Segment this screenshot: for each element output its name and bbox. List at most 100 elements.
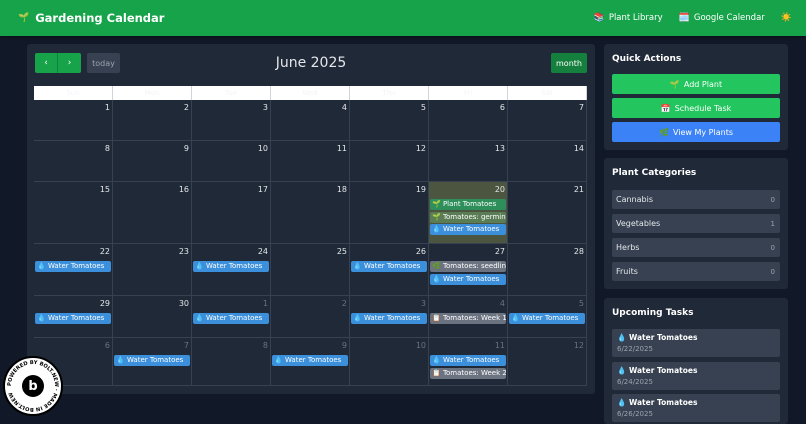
day-cell[interactable]: 30 — [113, 296, 192, 338]
today-button[interactable]: today — [87, 53, 120, 73]
day-cell[interactable]: 14 — [508, 141, 587, 182]
nav-plant-library-label: Plant Library — [608, 13, 663, 23]
day-cell[interactable]: 25 — [271, 244, 350, 296]
calendar-event[interactable]: 💧 Water Tomatoes — [272, 355, 348, 366]
task-item[interactable]: 💧 Water Tomatoes 6/22/2025 — [612, 329, 780, 357]
task-item[interactable]: 💧 Water Tomatoes 6/26/2025 — [612, 394, 780, 422]
schedule-task-button[interactable]: 📅 Schedule Task — [612, 98, 780, 118]
day-number: 13 — [494, 144, 505, 153]
category-count: 0 — [770, 243, 775, 252]
day-cell[interactable]: 21 — [508, 182, 587, 244]
day-cell[interactable]: 3 — [192, 100, 271, 141]
day-cell[interactable]: 28 — [508, 244, 587, 296]
day-number: 23 — [178, 247, 189, 256]
day-cell[interactable]: 1 💧 Water Tomatoes — [192, 296, 271, 338]
category-herbs[interactable]: Herbs 0 — [612, 238, 780, 257]
day-cell[interactable]: 24 💧 Water Tomatoes — [192, 244, 271, 296]
prev-month-button[interactable]: ‹ — [35, 53, 58, 73]
view-my-plants-button[interactable]: 🌿 View My Plants — [612, 122, 780, 142]
calendar-event[interactable]: 🌱 Tomatoes: germinat — [430, 211, 506, 223]
day-cell[interactable]: 7 — [508, 100, 587, 141]
schedule-task-label: Schedule Task — [674, 103, 732, 113]
day-cell[interactable]: 9 — [113, 141, 192, 182]
add-plant-label: Add Plant — [683, 79, 723, 89]
weekday-header: Sun Mon Tue Wed Thu Fri Sat — [34, 86, 587, 100]
calendar-event[interactable]: 💧 Water Tomatoes — [193, 313, 269, 324]
month-view-button[interactable]: month — [551, 53, 587, 73]
day-cell[interactable]: 8 — [192, 338, 271, 386]
day-cell[interactable]: 10 — [192, 141, 271, 182]
task-item[interactable]: 💧 Water Tomatoes 6/24/2025 — [612, 362, 780, 390]
day-cell[interactable]: 13 — [429, 141, 508, 182]
day-cell[interactable]: 12 — [508, 338, 587, 386]
weekday-sat: Sat — [508, 86, 587, 100]
day-cell[interactable]: 1 — [34, 100, 113, 141]
day-cell[interactable]: 9 💧 Water Tomatoes — [271, 338, 350, 386]
day-cell[interactable]: 6 — [429, 100, 508, 141]
category-vegetables[interactable]: Vegetables 1 — [612, 214, 780, 233]
calendar-event[interactable]: 💧 Water Tomatoes — [430, 273, 506, 285]
task-date: 6/22/2025 — [617, 345, 653, 353]
day-number: 6 — [499, 103, 505, 112]
day-cell[interactable]: 11 💧 Water Tomatoes 📋 Tomatoes: Week 2 c — [429, 338, 508, 386]
day-cell[interactable]: 15 — [34, 182, 113, 244]
day-number: 7 — [183, 341, 189, 350]
brand[interactable]: 🌱 Gardening Calendar — [18, 11, 164, 25]
calendar-event[interactable]: 🌱 Plant Tomatoes — [430, 199, 506, 210]
calendar-event[interactable]: 💧 Water Tomatoes — [509, 313, 585, 324]
day-cell[interactable]: 22 💧 Water Tomatoes — [34, 244, 113, 296]
day-cell[interactable]: 7 💧 Water Tomatoes — [113, 338, 192, 386]
day-cell[interactable]: 3 💧 Water Tomatoes — [350, 296, 429, 338]
day-cell[interactable]: 4 — [271, 100, 350, 141]
day-number: 28 — [573, 247, 584, 256]
category-cannabis[interactable]: Cannabis 0 — [612, 190, 780, 209]
calendar-event[interactable]: 💧 Water Tomatoes — [114, 355, 190, 366]
day-number: 5 — [578, 299, 584, 308]
add-plant-button[interactable]: 🌱 Add Plant — [612, 74, 780, 94]
day-number: 3 — [262, 103, 268, 112]
day-cell[interactable]: 8 — [34, 141, 113, 182]
day-cell[interactable]: 18 — [271, 182, 350, 244]
day-cell[interactable]: 26 💧 Water Tomatoes — [350, 244, 429, 296]
nav-google-calendar[interactable]: 🗓️ Google Calendar — [679, 13, 765, 23]
day-number: 29 — [99, 299, 110, 308]
day-cell[interactable]: 16 — [113, 182, 192, 244]
day-cell[interactable]: 27 🌿 Tomatoes: seedling 💧 Water Tomatoes — [429, 244, 508, 296]
day-cell[interactable]: 5 💧 Water Tomatoes — [508, 296, 587, 338]
day-cell[interactable]: 12 — [350, 141, 429, 182]
calendar-event[interactable]: 🌿 Tomatoes: seedling — [430, 261, 506, 272]
calendar-event[interactable]: 📋 Tomatoes: Week 2 c — [430, 367, 506, 379]
calendar-event[interactable]: 💧 Water Tomatoes — [430, 224, 506, 235]
day-cell[interactable]: 11 — [271, 141, 350, 182]
day-cell[interactable]: 19 — [350, 182, 429, 244]
seedling-icon: 🌱 — [18, 13, 30, 23]
day-number: 2 — [341, 299, 347, 308]
calendar-event[interactable]: 💧 Water Tomatoes — [193, 261, 269, 272]
day-number: 17 — [257, 185, 268, 194]
nav-plant-library[interactable]: 📚 Plant Library — [594, 13, 663, 23]
calendar-event[interactable]: 💧 Water Tomatoes — [35, 313, 111, 324]
day-number: 27 — [494, 247, 505, 256]
calendar-event[interactable]: 📋 Tomatoes: Week 1 c — [430, 313, 506, 324]
quick-actions-title: Quick Actions — [612, 54, 682, 64]
day-cell[interactable]: 2 — [113, 100, 192, 141]
calendar-event[interactable]: 💧 Water Tomatoes — [430, 355, 506, 366]
day-number: 26 — [415, 247, 426, 256]
day-cell[interactable]: 20 🌱 Plant Tomatoes 🌱 Tomatoes: germinat 💧 … — [429, 182, 508, 244]
day-cell[interactable]: 29 💧 Water Tomatoes — [34, 296, 113, 338]
category-fruits[interactable]: Fruits 0 — [612, 262, 780, 281]
day-cell[interactable]: 5 — [350, 100, 429, 141]
day-cell[interactable]: 23 — [113, 244, 192, 296]
day-cell[interactable]: 4 📋 Tomatoes: Week 1 c — [429, 296, 508, 338]
day-cell[interactable]: 10 — [350, 338, 429, 386]
calendar-event[interactable]: 💧 Water Tomatoes — [351, 261, 427, 272]
bolt-badge[interactable]: POWERED BY BOLT.NEW · MADE IN BOLT.NEW b — [3, 356, 63, 416]
theme-toggle-sun-icon[interactable]: ☀️ — [781, 13, 792, 23]
next-month-button[interactable]: › — [58, 53, 81, 73]
category-count: 0 — [770, 267, 775, 276]
day-cell[interactable]: 2 — [271, 296, 350, 338]
herb-icon: 🌿 — [659, 127, 669, 137]
day-cell[interactable]: 17 — [192, 182, 271, 244]
calendar-event[interactable]: 💧 Water Tomatoes — [35, 261, 111, 272]
calendar-event[interactable]: 💧 Water Tomatoes — [351, 313, 427, 324]
